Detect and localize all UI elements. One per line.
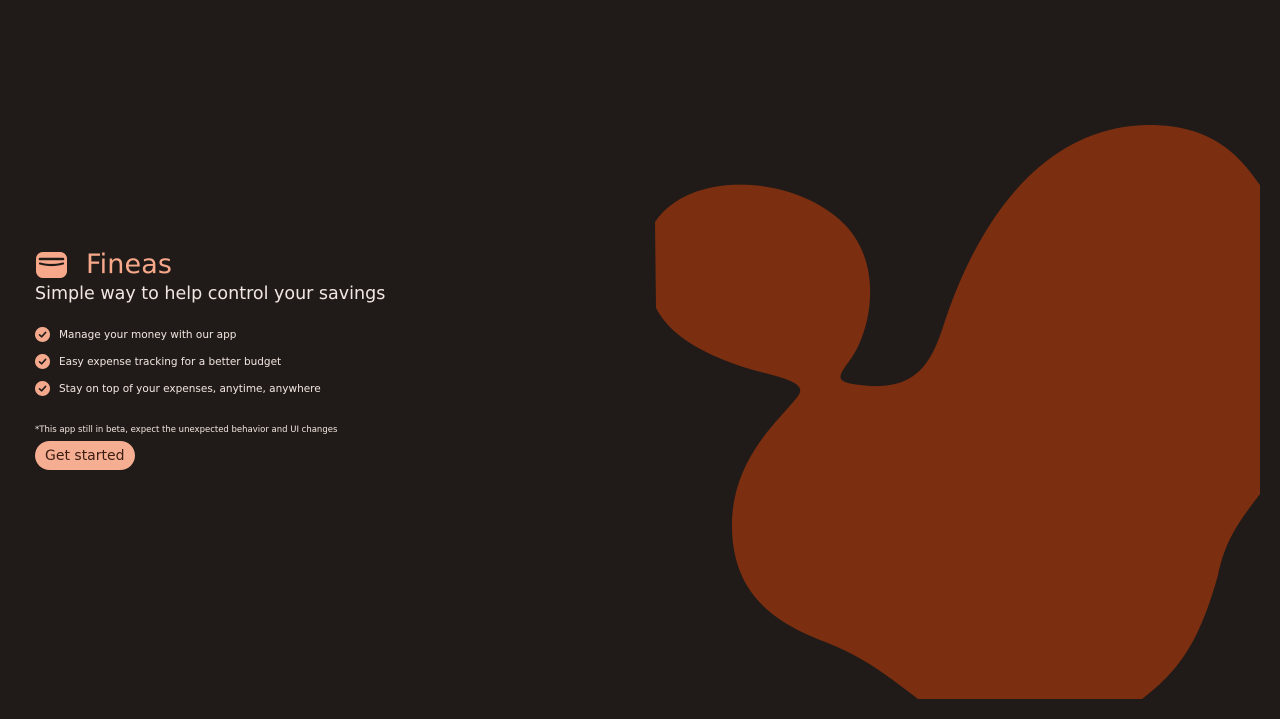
check-circle-icon: [35, 381, 50, 396]
feature-text: Easy expense tracking for a better budge…: [59, 355, 282, 368]
feature-item: Easy expense tracking for a better budge…: [35, 348, 455, 375]
check-circle-icon: [35, 354, 50, 369]
feature-item: Stay on top of your expenses, anytime, a…: [35, 375, 455, 402]
feature-list: Manage your money with our app Easy expe…: [35, 321, 455, 402]
feature-text: Stay on top of your expenses, anytime, a…: [59, 382, 321, 395]
hero-section: Fineas Simple way to help control your s…: [35, 248, 455, 470]
brand-name: Fineas: [86, 249, 173, 280]
feature-text: Manage your money with our app: [59, 328, 237, 341]
feature-item: Manage your money with our app: [35, 321, 455, 348]
tagline: Simple way to help control your savings: [35, 284, 386, 304]
brand: Fineas: [35, 248, 455, 282]
check-circle-icon: [35, 327, 50, 342]
wallet-icon: [35, 251, 68, 279]
get-started-button[interactable]: Get started: [35, 441, 135, 470]
beta-notice: *This app still in beta, expect the unex…: [35, 425, 338, 435]
